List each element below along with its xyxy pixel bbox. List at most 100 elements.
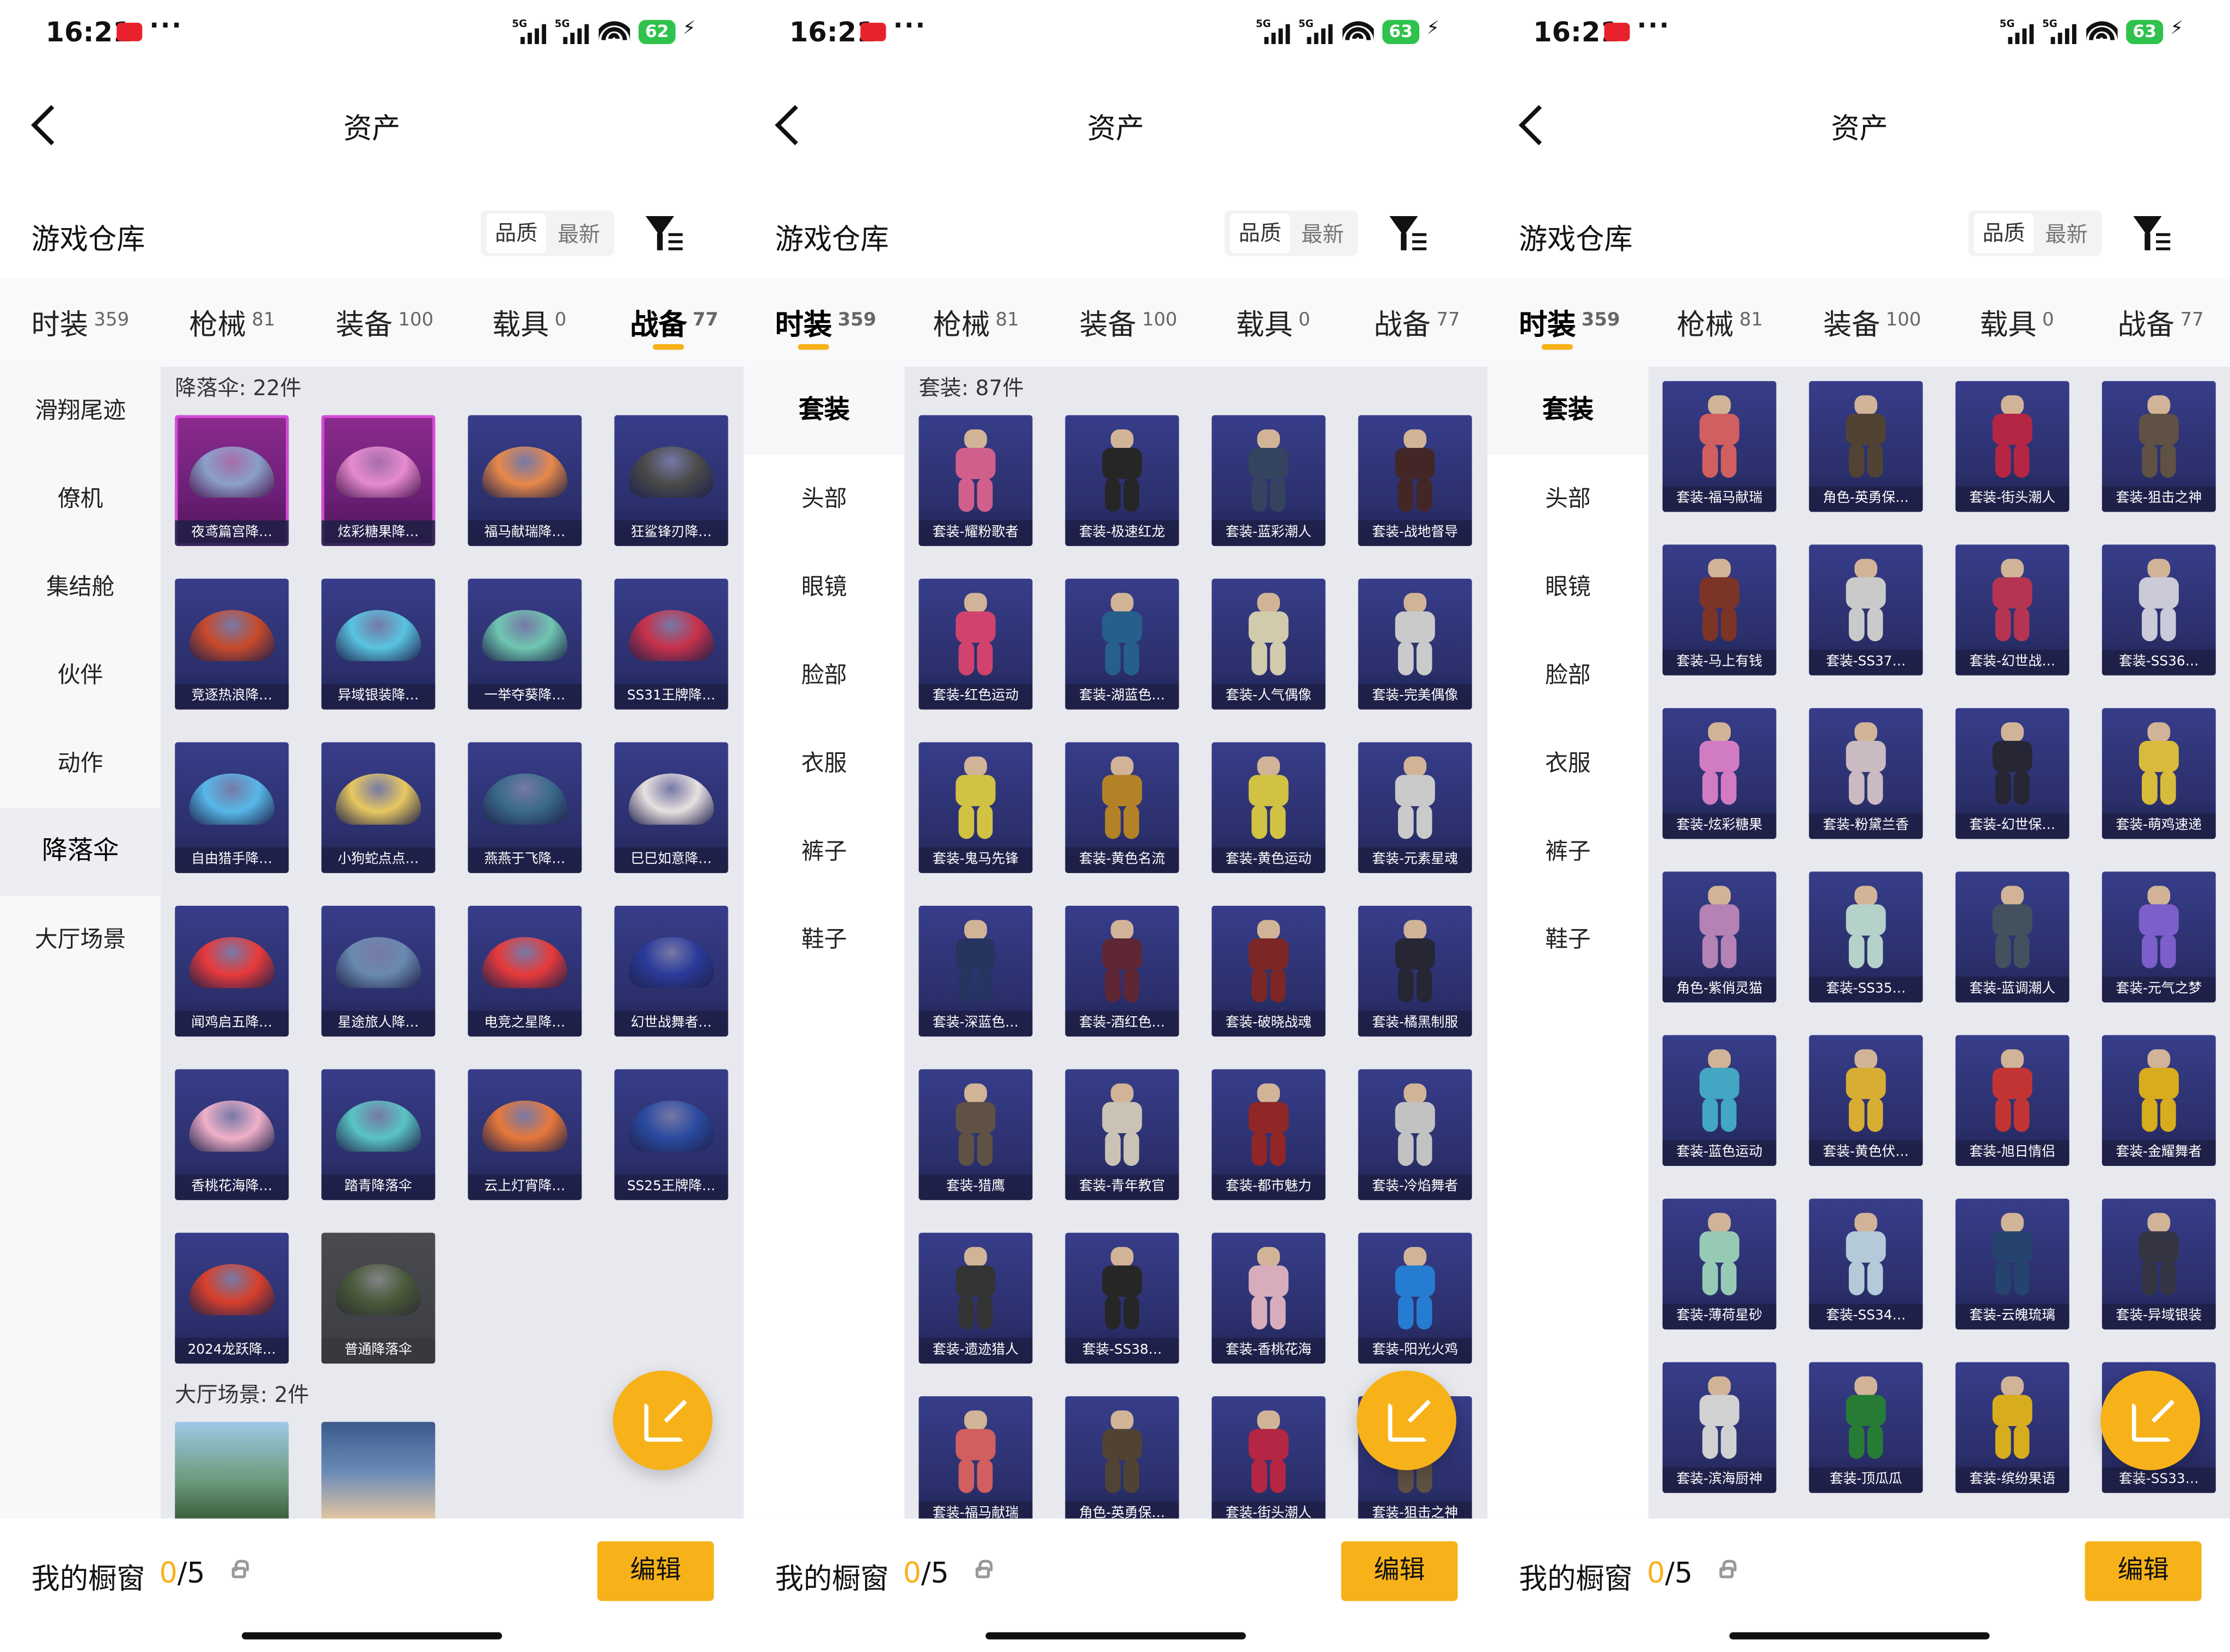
tab-3[interactable]: 载具 0 (1236, 302, 1310, 343)
item-card[interactable]: 套装-街头潮人 (1955, 381, 2069, 512)
item-card[interactable]: 套装-完美偶像 (1358, 579, 1472, 710)
item-card[interactable]: 套装-幻世保… (1955, 708, 2069, 839)
item-card[interactable]: 套装-蓝调潮人 (1955, 871, 2069, 1003)
item-card[interactable]: 套装-红色运动 (918, 579, 1033, 710)
item-card[interactable]: 套装-云魄琉璃 (1955, 1199, 2069, 1330)
sidebar-item[interactable]: 大厅场景 (0, 896, 161, 984)
sidebar-item[interactable]: 鞋子 (1487, 896, 1648, 984)
item-card[interactable]: 套装-元气之梦 (2102, 871, 2216, 1003)
edit-button[interactable]: 编辑 (2085, 1541, 2202, 1601)
item-card[interactable]: 云上灯宵降… (468, 1069, 582, 1200)
sidebar-item[interactable]: 眼镜 (1487, 543, 1648, 631)
item-card[interactable]: 套装-黄色名流 (1065, 742, 1179, 873)
tab-0[interactable]: 时装 359 (1519, 302, 1620, 350)
item-card[interactable]: 套装-冷焰舞者 (1358, 1069, 1472, 1200)
item-card[interactable]: 套装-香桃花海 (1211, 1232, 1326, 1364)
sidebar-item[interactable]: 集结舱 (0, 543, 161, 631)
share-fab-button[interactable] (2100, 1371, 2201, 1471)
sidebar-item[interactable]: 脸部 (744, 631, 904, 720)
item-card[interactable]: 普通降落伞 (321, 1232, 436, 1364)
item-card[interactable]: 一举夺葵降… (468, 579, 582, 710)
item-card[interactable]: 套装-街头潮人 (1211, 1396, 1326, 1519)
sidebar-item[interactable]: 套装 (744, 366, 905, 455)
tab-4[interactable]: 战备 77 (1374, 302, 1460, 343)
item-card[interactable]: 角色-英勇保… (1065, 1396, 1179, 1519)
sidebar-item[interactable]: 裤子 (744, 808, 904, 896)
item-card[interactable]: 电竞之星降… (468, 905, 582, 1037)
item-card[interactable]: 套装-湖蓝色… (1065, 579, 1179, 710)
tab-3[interactable]: 载具 0 (1980, 302, 2054, 343)
item-card[interactable]: 套装-耀粉歌者 (918, 415, 1033, 546)
item-card[interactable]: 套装-异域银装 (2102, 1199, 2216, 1330)
tab-0[interactable]: 时装 359 (775, 302, 876, 350)
item-card[interactable]: 角色-紫俏灵猫 (1662, 871, 1776, 1003)
item-card[interactable]: 夜鸢篇宫降… (175, 415, 289, 546)
sidebar-item[interactable]: 衣服 (1487, 720, 1648, 808)
item-card[interactable]: 福马献瑞降… (468, 415, 582, 546)
sidebar-item[interactable]: 套装 (1487, 366, 1649, 455)
item-card[interactable]: 炫彩糖果降… (321, 415, 436, 546)
item-card[interactable]: 套装-蓝彩潮人 (1211, 415, 1326, 546)
sort-newest-button[interactable]: 最新 (2045, 219, 2087, 249)
item-card[interactable]: 套装-都市魅力 (1211, 1069, 1326, 1200)
sort-newest-button[interactable]: 最新 (1301, 219, 1344, 249)
share-fab-button[interactable] (1357, 1371, 1456, 1471)
item-card[interactable]: 套装-SS34… (1809, 1199, 1923, 1330)
sort-quality-button[interactable]: 品质 (486, 213, 547, 253)
item-card[interactable]: 套装-战地督导 (1358, 415, 1472, 546)
item-card[interactable]: 套装-SS36… (2102, 544, 2216, 675)
item-card[interactable]: 套装-狙击之神 (2102, 381, 2216, 512)
tab-2[interactable]: 装备 100 (1080, 302, 1178, 343)
tab-1[interactable]: 枪械 81 (189, 302, 275, 343)
tab-4[interactable]: 战备 77 (2118, 302, 2204, 343)
item-card[interactable]: 套装-顶瓜瓜 (1809, 1362, 1923, 1493)
sort-quality-button[interactable]: 品质 (1974, 213, 2034, 253)
filter-icon[interactable] (2133, 213, 2173, 253)
item-card[interactable]: 星途旅人降… (321, 905, 436, 1037)
sort-quality-button[interactable]: 品质 (1230, 213, 1290, 253)
item-card[interactable]: 套装-猎鹰 (918, 1069, 1033, 1200)
item-card[interactable]: 狂鲨锋刃降… (614, 415, 728, 546)
lobby-scene-card[interactable] (321, 1422, 436, 1519)
share-fab-button[interactable] (612, 1371, 713, 1471)
sidebar-item[interactable]: 伙伴 (0, 631, 161, 720)
item-card[interactable]: 套装-阳光火鸡 (1358, 1232, 1472, 1364)
item-card[interactable]: 套装-青年教官 (1065, 1069, 1179, 1200)
item-card[interactable]: 套装-粉黛兰香 (1809, 708, 1923, 839)
item-card[interactable]: 套装-旭日情侣 (1955, 1035, 2069, 1166)
sidebar-item[interactable]: 动作 (0, 720, 161, 808)
item-card[interactable]: 2024龙跃降… (175, 1232, 289, 1364)
item-card[interactable]: 套装-萌鸡速递 (2102, 708, 2216, 839)
item-card[interactable]: 套装-滨海厨神 (1662, 1362, 1776, 1493)
item-card[interactable]: 套装-缤纷果语 (1955, 1362, 2069, 1493)
sidebar-item[interactable]: 降落伞 (0, 807, 161, 896)
item-card[interactable]: 燕燕于飞降… (468, 742, 582, 873)
sidebar-item[interactable]: 眼镜 (744, 543, 904, 631)
item-card[interactable]: 套装-SS38… (1065, 1232, 1179, 1364)
item-card[interactable]: 套装-遗迹猎人 (918, 1232, 1033, 1364)
item-card[interactable]: 闻鸡启五降… (175, 905, 289, 1037)
item-card[interactable]: 套装-马上有钱 (1662, 544, 1776, 675)
item-card[interactable]: 套装-橘黑制服 (1358, 905, 1472, 1037)
item-card[interactable]: 套装-极速红龙 (1065, 415, 1179, 546)
filter-icon[interactable] (645, 213, 685, 253)
item-card[interactable]: 套装-福马献瑞 (918, 1396, 1033, 1519)
tab-0[interactable]: 时装 359 (31, 302, 129, 343)
item-card[interactable]: 异域银装降… (321, 579, 436, 710)
item-card[interactable]: 套装-幻世战… (1955, 544, 2069, 675)
sidebar-item[interactable]: 僚机 (0, 455, 161, 543)
item-card[interactable]: 套装-黄色伏… (1809, 1035, 1923, 1166)
tab-3[interactable]: 载具 0 (492, 302, 567, 343)
item-card[interactable]: 套装-黄色运动 (1211, 742, 1326, 873)
item-card[interactable]: 幻世战舞者… (614, 905, 728, 1037)
item-card[interactable]: 角色-英勇保… (1809, 381, 1923, 512)
item-card[interactable]: 套装-鬼马先锋 (918, 742, 1033, 873)
tab-2[interactable]: 装备 100 (335, 302, 433, 343)
item-card[interactable]: SS25王牌降… (614, 1069, 728, 1200)
filter-icon[interactable] (1389, 213, 1429, 253)
sidebar-item[interactable]: 滑翔尾迹 (0, 367, 161, 455)
item-card[interactable]: 套装-炫彩糖果 (1662, 708, 1776, 839)
item-card[interactable]: 巳巳如意降… (614, 742, 728, 873)
item-card[interactable]: 套装-薄荷星砂 (1662, 1199, 1776, 1330)
item-card[interactable]: 套装-酒红色… (1065, 905, 1179, 1037)
